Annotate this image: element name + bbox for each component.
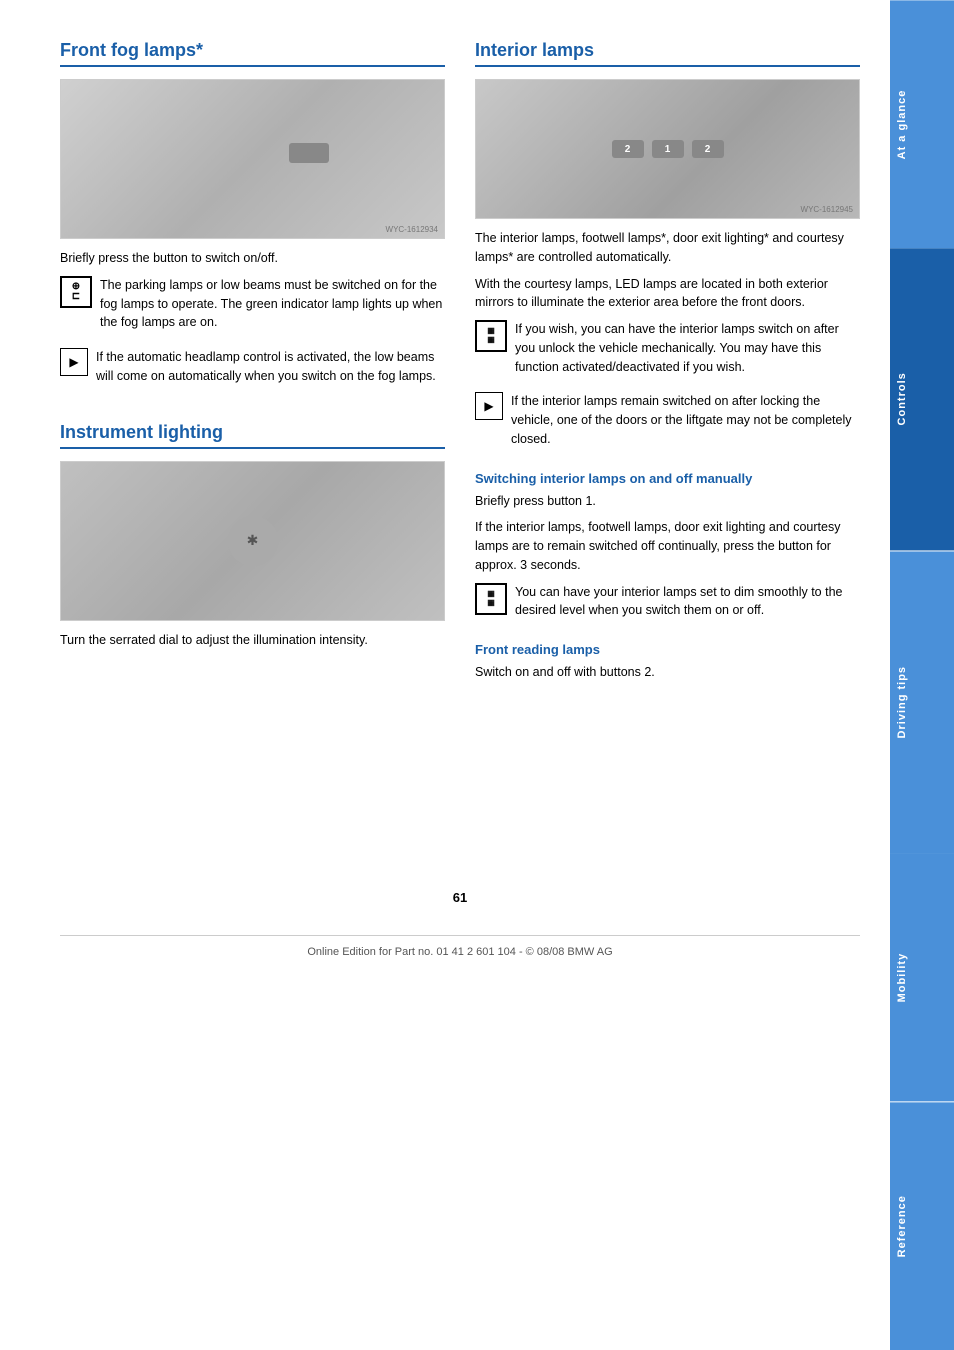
page-number: 61 bbox=[60, 890, 860, 905]
sidebar-tab-controls[interactable]: Controls bbox=[890, 248, 954, 550]
page-footer: Online Edition for Part no. 01 41 2 601 … bbox=[60, 935, 860, 958]
interior-btn-1: 1 bbox=[652, 140, 684, 158]
interior-lamps-note1: ▦▦ If you wish, you can have the interio… bbox=[475, 320, 860, 384]
right-sidebar: At a glance Controls Driving tips Mobili… bbox=[890, 0, 954, 1350]
play-icon-fog bbox=[60, 348, 88, 376]
interior-lamps-note3: ▦▦ You can have your interior lamps set … bbox=[475, 583, 860, 629]
front-fog-lamps-image: WYC-1612934 bbox=[60, 79, 445, 239]
front-fog-lamps-title: Front fog lamps* bbox=[60, 40, 445, 67]
car-lamp-icon: ⊕⊏ bbox=[60, 276, 92, 308]
fog-lamps-note1-text: The parking lamps or low beams must be s… bbox=[100, 276, 445, 332]
instrument-lighting-image: ✱ bbox=[60, 461, 445, 621]
fog-lamp-image-code: WYC-1612934 bbox=[386, 225, 438, 234]
front-reading-lamps-title: Front reading lamps bbox=[475, 642, 860, 657]
sidebar-tab-at-glance[interactable]: At a glance bbox=[890, 0, 954, 248]
sidebar-tab-mobility[interactable]: Mobility bbox=[890, 853, 954, 1101]
interior-lamps-note3-text: You can have your interior lamps set to … bbox=[515, 583, 860, 621]
instrument-lighting-para1: Turn the serrated dial to adjust the ill… bbox=[60, 631, 445, 650]
interior-btn-2-right: 2 bbox=[692, 140, 724, 158]
fog-lamps-para1: Briefly press the button to switch on/of… bbox=[60, 249, 445, 268]
sidebar-tab-reference[interactable]: Reference bbox=[890, 1102, 954, 1350]
interior-lamps-para1: The interior lamps, footwell lamps*, doo… bbox=[475, 229, 860, 267]
dim-icon-2: ▦▦ bbox=[475, 583, 507, 615]
interior-image-code: WYC-1612945 bbox=[801, 205, 853, 214]
interior-lamps-note1-text: If you wish, you can have the interior l… bbox=[515, 320, 860, 376]
interior-btn-2-left: 2 bbox=[612, 140, 644, 158]
interior-lamps-note2: If the interior lamps remain switched on… bbox=[475, 392, 860, 456]
interior-lamps-title: Interior lamps bbox=[475, 40, 860, 67]
interior-lamps-image: 2 1 2 WYC-1612945 bbox=[475, 79, 860, 219]
fog-lamps-note2-text: If the automatic headlamp control is act… bbox=[96, 348, 445, 386]
interior-lamps-para2: With the courtesy lamps, LED lamps are l… bbox=[475, 275, 860, 313]
switching-interior-title: Switching interior lamps on and off manu… bbox=[475, 471, 860, 486]
front-reading-lamps-para: Switch on and off with buttons 2. bbox=[475, 663, 860, 682]
fog-lamps-note1: ⊕⊏ The parking lamps or low beams must b… bbox=[60, 276, 445, 340]
fog-lamps-note2: If the automatic headlamp control is act… bbox=[60, 348, 445, 394]
switching-para2: If the interior lamps, footwell lamps, d… bbox=[475, 518, 860, 574]
switching-para1: Briefly press button 1. bbox=[475, 492, 860, 511]
instrument-lighting-title: Instrument lighting bbox=[60, 422, 445, 449]
play-icon-interior bbox=[475, 392, 503, 420]
dim-icon-1: ▦▦ bbox=[475, 320, 507, 352]
dial-icon: ✱ bbox=[228, 516, 278, 566]
sidebar-tab-driving-tips[interactable]: Driving tips bbox=[890, 551, 954, 853]
interior-lamps-note2-text: If the interior lamps remain switched on… bbox=[511, 392, 860, 448]
